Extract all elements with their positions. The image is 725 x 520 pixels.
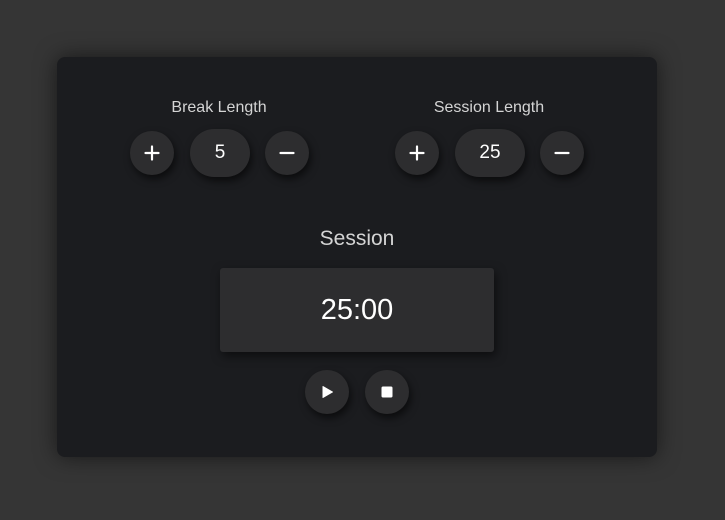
session-length-controls: 25 xyxy=(389,129,589,179)
stop-button[interactable] xyxy=(365,370,409,414)
break-length-label: Break Length xyxy=(171,99,267,116)
session-decrement-button[interactable] xyxy=(540,131,584,175)
plus-icon xyxy=(144,145,160,161)
break-length-value: 5 xyxy=(190,129,250,177)
session-length-label: Session Length xyxy=(433,99,545,116)
minus-icon xyxy=(554,145,570,161)
break-decrement-button[interactable] xyxy=(265,131,309,175)
session-length-control: Session Length 25 xyxy=(389,97,589,179)
plus-icon xyxy=(409,145,425,161)
play-button[interactable] xyxy=(305,370,349,414)
break-length-control: Break Length 5 xyxy=(119,97,319,179)
break-increment-button[interactable] xyxy=(130,131,174,175)
session-increment-button[interactable] xyxy=(395,131,439,175)
pomodoro-card: Break Length 5 Session Length 25 Session… xyxy=(57,57,657,457)
play-icon xyxy=(320,385,334,399)
break-length-controls: 5 xyxy=(119,129,319,179)
session-length-value: 25 xyxy=(455,129,525,177)
timer-label: Session xyxy=(319,227,395,250)
timer-display: 25:00 xyxy=(220,268,494,352)
stop-icon xyxy=(381,386,393,398)
minus-icon xyxy=(279,145,295,161)
